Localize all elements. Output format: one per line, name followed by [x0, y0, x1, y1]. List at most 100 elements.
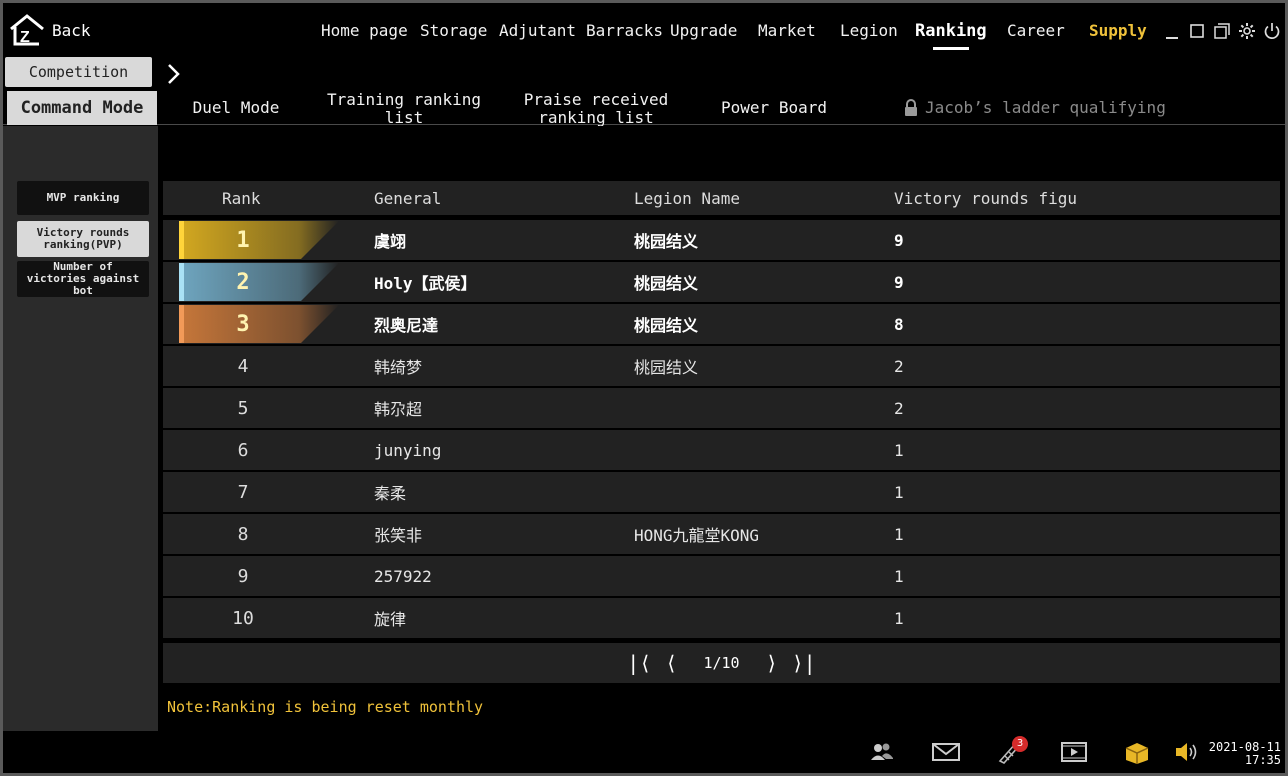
maximize-icon[interactable] — [1188, 21, 1206, 41]
pagination: |⟨ ⟨ 1/10 ⟩ ⟩| — [163, 643, 1280, 683]
rank-cell: 7 — [237, 481, 249, 503]
victory-rounds-cell: 2 — [894, 356, 904, 376]
page-indicator: 1/10 — [703, 654, 740, 672]
mvp-ranking-button[interactable]: MVP ranking — [17, 181, 149, 215]
home-logo-icon: Z — [10, 14, 44, 46]
tab-power-board[interactable]: Power Board — [709, 91, 839, 125]
svg-text:Z: Z — [20, 29, 30, 46]
table-row: 9 257922 1 — [163, 556, 1280, 598]
legion-cell: HONG九龍堂KONG — [634, 526, 760, 545]
legion-cell: 桃园结义 — [634, 274, 699, 293]
general-cell: 韩尕超 — [374, 400, 423, 419]
game-window: Z Back Home page Storage Adjutant Barrac… — [3, 3, 1285, 773]
rank-cell: 6 — [237, 439, 249, 461]
nav-market[interactable]: Market — [758, 21, 816, 40]
table-row: 10 旋律 1 — [163, 598, 1280, 640]
chevron-right-icon[interactable] — [164, 61, 184, 87]
rank-cell: 2 — [236, 269, 250, 295]
tab-jacobs-ladder[interactable]: Jacob’s ladder qualifying — [903, 91, 1213, 125]
nav-adjutant[interactable]: Adjutant — [499, 21, 576, 40]
table-row: 8 张笑非 HONG九龍堂KONG 1 — [163, 514, 1280, 556]
last-page-icon[interactable]: ⟩| — [792, 653, 816, 673]
victory-rounds-cell: 8 — [894, 314, 904, 334]
victories-against-bot-button[interactable]: Number of victories against bot — [17, 261, 149, 297]
victory-rounds-cell: 1 — [894, 566, 904, 586]
clock-time: 17:35 — [1244, 753, 1281, 767]
general-cell: junying — [374, 440, 442, 460]
ranking-table-body: 1 虞翊 桃园结义 9 2 Holy【武侯】 桃园结义 9 3 烈奥尼達 桃园结义 8 4 韩绮梦 桃园结义… — [163, 220, 1280, 640]
mail-icon[interactable] — [931, 739, 961, 765]
victory-rounds-cell: 1 — [894, 482, 904, 502]
header-victory-rounds: Victory rounds figu — [894, 188, 1078, 208]
nav-storage[interactable]: Storage — [420, 21, 487, 40]
general-cell: 张笑非 — [374, 526, 423, 545]
general-cell: 秦柔 — [374, 484, 407, 503]
rank-cell: 8 — [237, 523, 249, 545]
ranking-type-sidebar: MVP ranking Victory rounds ranking(PVP) … — [3, 126, 158, 731]
table-row: 5 韩尕超 2 — [163, 388, 1280, 430]
rank-cell: 10 — [232, 607, 254, 629]
back-label: Back — [52, 20, 91, 40]
rank-cell: 9 — [237, 565, 249, 587]
general-cell: 烈奥尼達 — [374, 316, 439, 335]
minimize-icon[interactable] — [1163, 21, 1181, 41]
nav-home-page[interactable]: Home page — [321, 21, 408, 40]
table-row: 1 虞翊 桃园结义 9 — [163, 220, 1280, 262]
table-row: 4 韩绮梦 桃园结义 2 — [163, 346, 1280, 388]
legion-cell: 桃园结义 — [634, 316, 699, 335]
clock: 2021-08-11 17:35 — [1201, 741, 1281, 767]
victory-rounds-cell: 9 — [894, 230, 904, 250]
settings-gear-icon[interactable] — [1237, 21, 1257, 41]
notification-badge: 3 — [1012, 736, 1028, 752]
next-page-icon[interactable]: ⟩ — [766, 653, 778, 673]
tab-duel-mode[interactable]: Duel Mode — [181, 91, 291, 125]
nav-upgrade[interactable]: Upgrade — [670, 21, 737, 40]
victory-rounds-pvp-button[interactable]: Victory rounds ranking(PVP) — [17, 221, 149, 257]
bottom-bar: 3 2021-08-11 17:35 — [3, 731, 1285, 773]
general-cell: 257922 — [374, 566, 432, 586]
tab-jacobs-ladder-label: Jacob’s ladder qualifying — [925, 98, 1166, 117]
rank-cell: 3 — [236, 311, 250, 337]
tab-training-ranking[interactable]: Training ranking list — [313, 91, 495, 127]
general-cell: Holy【武侯】 — [374, 274, 477, 293]
table-row: 2 Holy【武侯】 桃园结义 9 — [163, 262, 1280, 304]
general-cell: 韩绮梦 — [374, 358, 423, 377]
tab-praise-ranking[interactable]: Praise received ranking list — [511, 91, 681, 127]
rank-cell: 4 — [237, 355, 249, 377]
victory-rounds-cell: 1 — [894, 440, 904, 460]
header-legion-name: Legion Name — [634, 188, 740, 208]
prev-page-icon[interactable]: ⟨ — [665, 653, 677, 673]
general-cell: 虞翊 — [374, 232, 407, 251]
power-icon[interactable] — [1262, 21, 1282, 41]
nav-supply[interactable]: Supply — [1089, 21, 1147, 40]
victory-rounds-cell: 1 — [894, 524, 904, 544]
legion-cell: 桃园结义 — [634, 232, 699, 251]
reset-note: Note:Ranking is being reset monthly — [167, 698, 484, 716]
tab-command-mode[interactable]: Command Mode — [7, 91, 157, 125]
supply-box-icon[interactable] — [1123, 739, 1151, 765]
table-row: 3 烈奥尼達 桃园结义 8 — [163, 304, 1280, 346]
legion-cell: 桃园结义 — [634, 358, 699, 377]
rank-cell: 5 — [237, 397, 249, 419]
general-cell: 旋律 — [374, 610, 407, 629]
victory-rounds-cell: 1 — [894, 608, 904, 628]
friends-icon[interactable] — [869, 739, 895, 765]
header-rank: Rank — [222, 188, 261, 208]
table-row: 6 junying 1 — [163, 430, 1280, 472]
sound-icon[interactable] — [1173, 739, 1199, 765]
first-page-icon[interactable]: |⟨ — [627, 653, 651, 673]
restore-window-icon[interactable] — [1212, 21, 1232, 41]
nav-career[interactable]: Career — [1007, 21, 1065, 40]
lock-icon — [905, 99, 917, 116]
nav-legion[interactable]: Legion — [840, 21, 898, 40]
back-button[interactable]: Z Back — [8, 13, 91, 47]
nav-barracks[interactable]: Barracks — [586, 21, 663, 40]
rank-cell: 1 — [236, 227, 250, 253]
mode-tabs: Command Mode Duel Mode Training ranking … — [3, 91, 1285, 127]
video-replay-icon[interactable] — [1060, 739, 1088, 765]
competition-tab[interactable]: Competition — [5, 57, 152, 87]
top-bar: Z Back Home page Storage Adjutant Barrac… — [3, 3, 1285, 57]
nav-ranking[interactable]: Ranking — [915, 21, 987, 50]
table-header: Rank General Legion Name Victory rounds … — [163, 181, 1280, 215]
victory-rounds-cell: 9 — [894, 272, 904, 292]
